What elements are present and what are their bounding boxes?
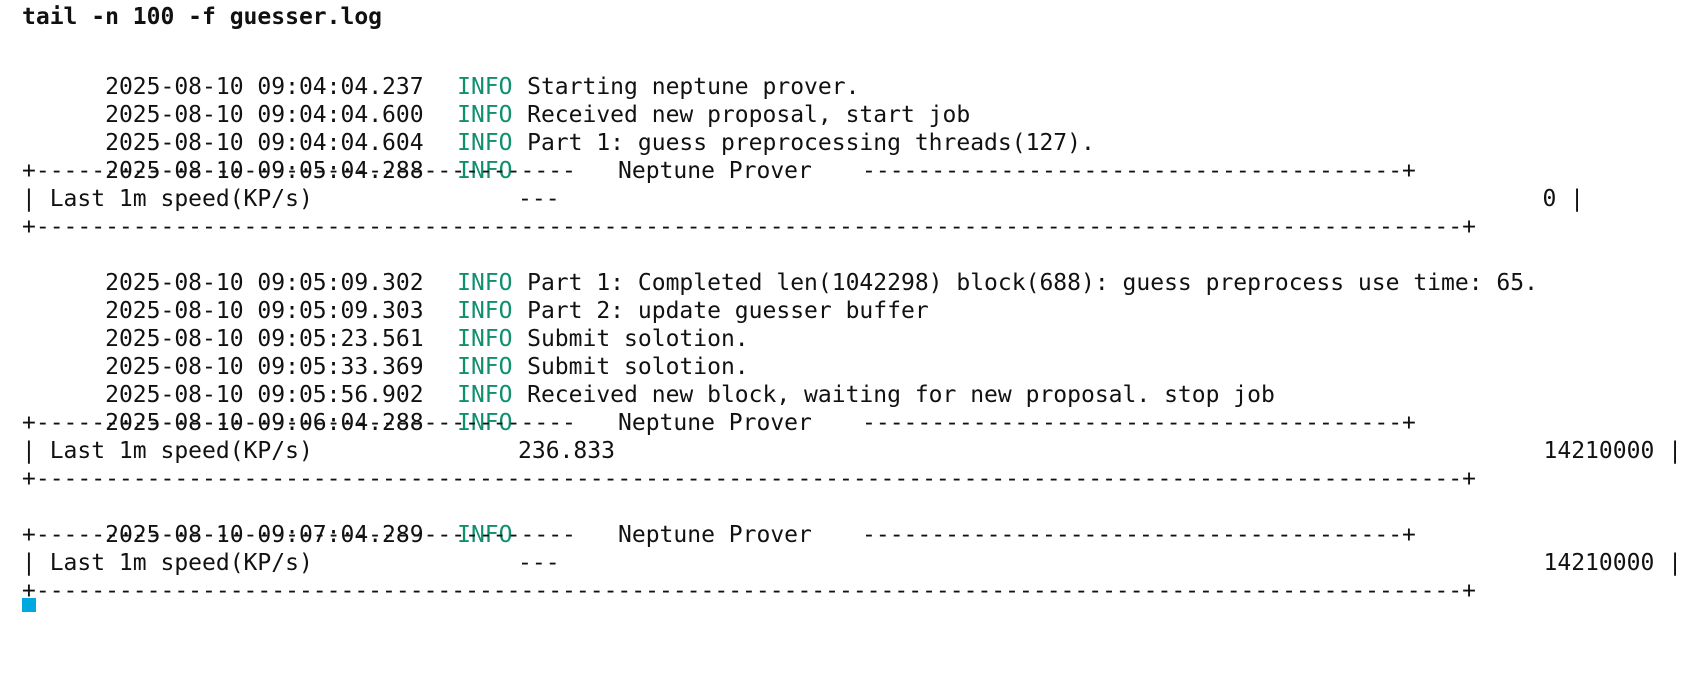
- terminal-output: tail -n 100 -f guesser.log 2025-08-10 09…: [22, 0, 1682, 605]
- log-timestamp: 2025-08-10 09:05:23.561: [105, 326, 424, 352]
- prover-table-title: Neptune Prover: [618, 158, 812, 184]
- speed-value: 236.833: [518, 438, 615, 464]
- log-message: Submit solotion.: [527, 326, 749, 352]
- log-line: 2025-08-10 09:07:04.289 INFO: [22, 493, 1682, 548]
- command-line: tail -n 100 -f guesser.log: [22, 4, 383, 30]
- border-left: +---------------------------------------: [22, 158, 576, 184]
- border-left: +---------------------------------------: [22, 522, 576, 548]
- log-output: 2025-08-10 09:04:04.237 INFO Starting nept…: [22, 45, 1682, 605]
- speed-label: | Last 1m speed(KP/s): [22, 550, 313, 576]
- prover-table-top-border: +---------------------------------------…: [22, 409, 1682, 437]
- log-message: Submit solotion.: [527, 354, 749, 380]
- total-value: 14210000 |: [1543, 550, 1682, 576]
- speed-value: ---: [518, 186, 560, 212]
- log-level: INFO: [457, 74, 513, 100]
- border-bottom: +---------------------------------------…: [22, 214, 1476, 240]
- border-right: ---------------------------------------+: [862, 522, 1416, 548]
- border-bottom: +---------------------------------------…: [22, 578, 1476, 604]
- terminal-cursor: [22, 598, 36, 612]
- log-message: Part 2: update guesser buffer: [527, 298, 929, 324]
- speed-label: | Last 1m speed(KP/s): [22, 186, 313, 212]
- log-timestamp: 2025-08-10 09:04:04.604: [105, 130, 424, 156]
- log-timestamp: 2025-08-10 09:04:04.237: [105, 74, 424, 100]
- log-message: Starting neptune prover.: [527, 74, 860, 100]
- log-level: INFO: [457, 270, 513, 296]
- speed-label: | Last 1m speed(KP/s): [22, 438, 313, 464]
- log-line: 2025-08-10 09:05:09.302 INFO Part 1: Compl…: [22, 241, 1682, 296]
- log-message: Received new block, waiting for new prop…: [527, 382, 1275, 408]
- log-level: INFO: [457, 382, 513, 408]
- prover-table-bottom-border: +---------------------------------------…: [22, 577, 1682, 605]
- log-timestamp: 2025-08-10 09:05:09.303: [105, 298, 424, 324]
- log-timestamp: 2025-08-10 09:05:33.369: [105, 354, 424, 380]
- log-timestamp: 2025-08-10 09:05:09.302: [105, 270, 424, 296]
- log-level: INFO: [457, 298, 513, 324]
- log-level: INFO: [457, 130, 513, 156]
- prover-table-top-border: +---------------------------------------…: [22, 521, 1682, 549]
- log-level: INFO: [457, 102, 513, 128]
- prover-table-title: Neptune Prover: [618, 522, 812, 548]
- prover-table-title: Neptune Prover: [618, 410, 812, 436]
- prover-table-top-border: +---------------------------------------…: [22, 157, 1682, 185]
- border-right: ---------------------------------------+: [862, 158, 1416, 184]
- total-value: 14210000 |: [1543, 438, 1682, 464]
- log-line: 2025-08-10 09:04:04.237 INFO Starting nept…: [22, 45, 1682, 100]
- speed-stat-row: | Last 1m speed(KP/s) --- 0 |: [22, 185, 1682, 213]
- prover-table-bottom-border: +---------------------------------------…: [22, 465, 1682, 493]
- speed-stat-row: | Last 1m speed(KP/s) 236.833 14210000 |: [22, 437, 1682, 465]
- log-level: INFO: [457, 354, 513, 380]
- log-timestamp: 2025-08-10 09:04:04.600: [105, 102, 424, 128]
- log-timestamp: 2025-08-10 09:05:56.902: [105, 382, 424, 408]
- log-message: Received new proposal, start job: [527, 102, 971, 128]
- log-message: Part 1: guess preprocessing threads(127)…: [527, 130, 1095, 156]
- border-right: ---------------------------------------+: [862, 410, 1416, 436]
- log-message: Part 1: Completed len(1042298) block(688…: [527, 270, 1538, 296]
- total-value: 0 |: [1542, 186, 1584, 212]
- speed-value: ---: [518, 550, 560, 576]
- prover-table-bottom-border: +---------------------------------------…: [22, 213, 1682, 241]
- log-level: INFO: [457, 326, 513, 352]
- border-left: +---------------------------------------: [22, 410, 576, 436]
- speed-stat-row: | Last 1m speed(KP/s) --- 14210000 |: [22, 549, 1682, 577]
- border-bottom: +---------------------------------------…: [22, 466, 1476, 492]
